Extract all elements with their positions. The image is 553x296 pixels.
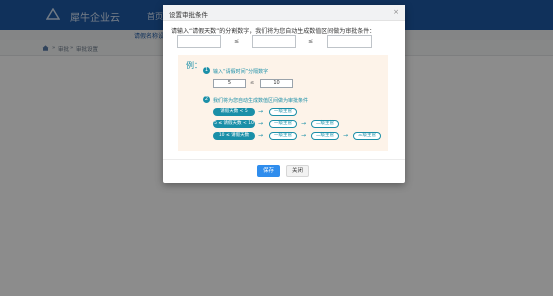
split-value-input-2[interactable] <box>252 35 296 48</box>
le-symbol: ≤ <box>250 80 255 86</box>
step-number: 2 <box>203 96 210 103</box>
step-text: 输入“请假时间”分隔数字 <box>213 69 269 75</box>
arrow-right-icon: → <box>301 132 307 139</box>
approver-level: 二级主管 <box>311 120 339 128</box>
dialog-footer <box>163 159 405 183</box>
approver-level: 二级主管 <box>311 132 339 140</box>
arrow-right-icon: → <box>258 120 264 127</box>
save-button[interactable]: 保存 <box>257 165 280 177</box>
condition-pill: 5 ≤ 请假天数 < 10 <box>213 120 255 128</box>
approver-level: 一级主管 <box>269 108 297 116</box>
approval-condition-dialog: 设置审批条件 × 请输入“请假天数”的分割数字，我们将为您自动生成数值区间做为审… <box>163 5 405 183</box>
step-text: 我们将为您自动生成数值区间做为审批条件 <box>213 98 309 104</box>
close-icon[interactable]: × <box>393 8 399 16</box>
dialog-title: 设置审批条件 <box>169 11 208 19</box>
close-button[interactable]: 关闭 <box>286 165 309 177</box>
dialog-header: 设置审批条件 × <box>163 5 405 21</box>
approver-level: 一级主管 <box>269 132 297 140</box>
split-value-input-3[interactable] <box>327 35 372 48</box>
approver-level: 一级主管 <box>269 120 297 128</box>
le-symbol: ≤ <box>308 38 314 45</box>
condition-pill: 10 ≤ 请假天数 <box>213 132 255 140</box>
approver-level: 三级主管 <box>353 132 381 140</box>
example-panel: 例： 1 输入“请假时间”分隔数字 5 ≤ 10 2 我们将为您自动生成数值区间… <box>178 55 388 151</box>
example-label: 例： <box>186 61 202 70</box>
le-symbol: ≤ <box>234 38 240 45</box>
split-value-input-1[interactable] <box>177 35 221 48</box>
sample-value: 5 <box>213 79 246 88</box>
arrow-right-icon: → <box>343 132 349 139</box>
sample-value: 10 <box>260 79 293 88</box>
instruction-text: 请输入“请假天数”的分割数字，我们将为您自动生成数值区间做为审批条件： <box>171 28 376 35</box>
arrow-right-icon: → <box>258 108 264 115</box>
step-number: 1 <box>203 67 210 74</box>
arrow-right-icon: → <box>258 132 264 139</box>
condition-pill: 请假天数 < 5 <box>213 108 255 116</box>
arrow-right-icon: → <box>301 120 307 127</box>
